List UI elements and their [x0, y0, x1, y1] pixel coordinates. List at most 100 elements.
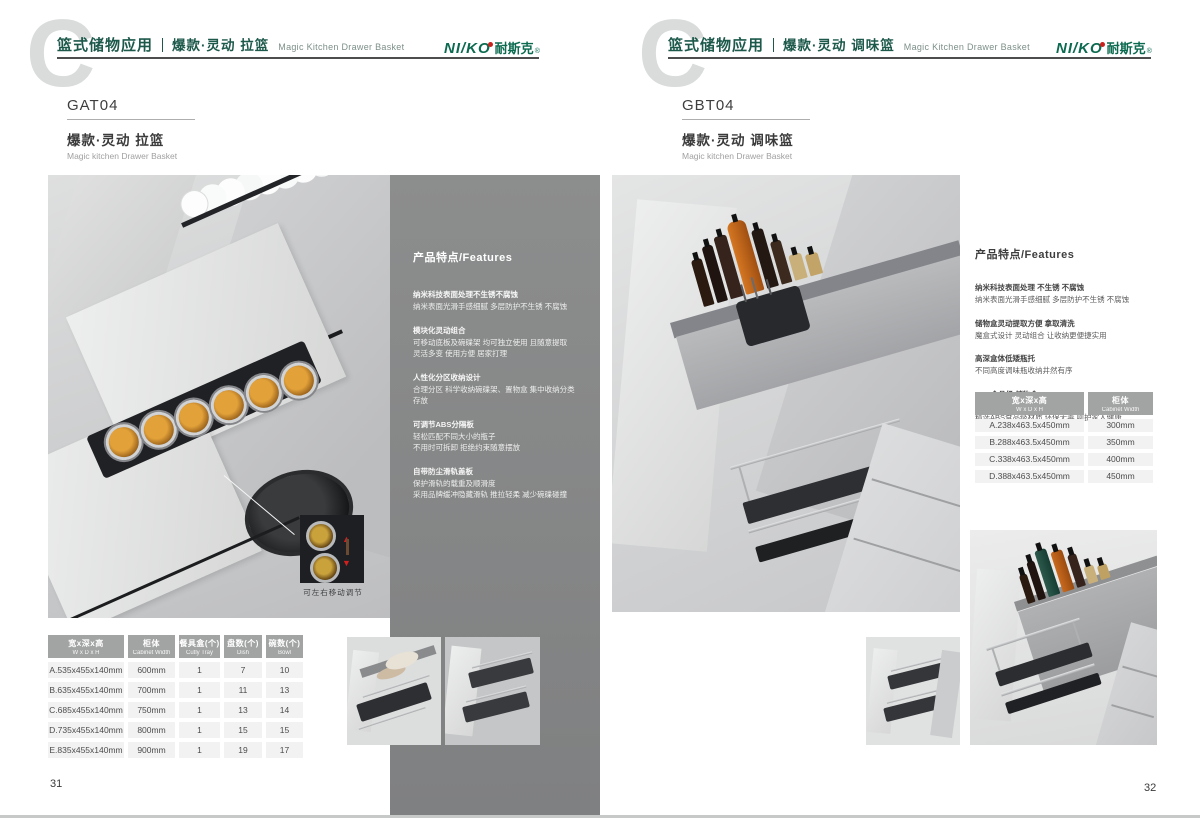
product-name-cn: 爆款·灵动 拉篮 [67, 129, 195, 149]
table-cell: C.685x455x140mm [48, 702, 124, 718]
feature-group: 纳米科技表面处理不生锈不腐蚀 纳米表面光滑手感细腻 多层防护不生锈 不腐蚀 [413, 289, 582, 313]
catalog-spread: C 篮式储物应用 爆款·灵动 拉篮 Magic Kitchen Drawer B… [0, 0, 1200, 820]
feature-heading: 模块化灵动组合 [413, 325, 582, 337]
table-cell: A.535x455x140mm [48, 662, 124, 678]
main-product-photo-spice-basket [612, 175, 960, 612]
table-row: C.685x455x140mm 750mm 1 13 14 [48, 702, 303, 718]
table-cell: B.635x455x140mm [48, 682, 124, 698]
table-cell: 450mm [1088, 470, 1153, 483]
table-row: D.735x455x140mm 800mm 1 15 15 [48, 722, 303, 738]
features-title: 产品特点/Features [413, 249, 582, 265]
feature-line: 纳米表面光滑手感细腻 多层防护不生锈 不腐蚀 [413, 301, 582, 313]
spec-table-right: 宽x深x高W x D x H 柜体Cabinet Width A.238x463… [975, 392, 1153, 487]
table-row: B.288x463.5x450mm 350mm [975, 436, 1153, 449]
table-cell: A.238x463.5x450mm [975, 419, 1084, 432]
feature-line: 可移动底板及碗碟架 均可独立使用 且随意提取 [413, 337, 582, 349]
thumbnail-photo-towel-basket [347, 637, 441, 745]
column-header: 柜体Cabinet Width [128, 635, 175, 658]
footer-rule [0, 815, 1200, 818]
header-divider [162, 38, 163, 52]
table-cell: 19 [224, 742, 262, 758]
series-title-en: Magic Kitchen Drawer Basket [904, 42, 1030, 52]
product-title-block-right: GBT04 爆款·灵动 调味篮 Magic kitchen Drawer Bas… [682, 97, 810, 161]
product-name-en: Magic kitchen Drawer Basket [67, 151, 195, 161]
feature-group: 纳米科技表面处理 不生锈 不腐蚀 纳米表面光滑手感细腻 多层防护不生锈 不腐蚀 [975, 282, 1165, 306]
header-rule [57, 57, 539, 59]
brand-logo-cn: 耐斯克 [495, 38, 534, 57]
product-code-rule [67, 119, 195, 120]
table-cell: 1 [179, 702, 220, 718]
table-row: B.635x455x140mm 700mm 1 11 13 [48, 682, 303, 698]
feature-line: 纳米表面光滑手感细腻 多层防护不生锈 不腐蚀 [975, 294, 1165, 306]
basket-post [739, 467, 751, 504]
photo-countertop-spice-basket [970, 530, 1157, 745]
page-number-right: 32 [1144, 782, 1156, 794]
feature-heading: 可调节ABS分隔板 [413, 419, 582, 431]
table-header-row: 宽x深x高W x D x H 柜体Cabinet Width [975, 392, 1153, 415]
inset-handle-shape [346, 539, 349, 555]
column-header: 宽x深x高W x D x H [48, 635, 124, 658]
spice-jar-shape [1097, 563, 1111, 580]
main-product-photo-drawer-basket: ▲ ▼ 可左右移动调节 [48, 175, 390, 618]
column-header: 碗数(个)Bowl [266, 635, 303, 658]
table-cell: 400mm [1088, 453, 1153, 466]
feature-line: 不用时可拆卸 拒绝约束随意摆放 [413, 442, 582, 454]
table-cell: 900mm [128, 742, 175, 758]
series-title-en: Magic Kitchen Drawer Basket [278, 42, 404, 52]
feature-group: 模块化灵动组合 可移动底板及碗碟架 均可独立使用 且随意提取 灵活多变 使用方便… [413, 325, 582, 360]
adjust-arrow-down-icon: ▼ [342, 553, 351, 571]
product-code-rule [682, 119, 810, 120]
table-cell: 1 [179, 722, 220, 738]
spec-table-left: 宽x深x高W x D x H 柜体Cabinet Width 餐具盒(个)Cut… [48, 635, 303, 762]
feature-line: 魔盒式设计 灵动组合 让收纳更便捷实用 [975, 330, 1165, 342]
brand-logo-latin: NI/KO [444, 40, 491, 57]
feature-heading: 纳米科技表面处理 不生锈 不腐蚀 [975, 282, 1165, 294]
table-cell: C.338x463.5x450mm [975, 453, 1084, 466]
table-cell: 800mm [128, 722, 175, 738]
feature-heading: 高深盒体低矮瓶托 [975, 353, 1165, 365]
drawer-seam [853, 538, 960, 575]
product-code: GBT04 [682, 97, 810, 114]
feature-line: 轻松匹配不同大小的瓶子 [413, 431, 582, 443]
product-name-cn: 爆款·灵动 调味篮 [682, 129, 810, 149]
feature-heading: 纳米科技表面处理不生锈不腐蚀 [413, 289, 582, 301]
feature-group: 人性化分区收纳设计 合理分区 科学收纳碗碟架、置物盒 集中收纳分类存放 [413, 372, 582, 407]
inset-bowl-shape [310, 553, 340, 583]
feature-line: 灵活多变 使用方便 居家打理 [413, 348, 582, 360]
table-cell: 13 [224, 702, 262, 718]
table-cell: 750mm [128, 702, 175, 718]
features-block-left: 产品特点/Features 纳米科技表面处理不生锈不腐蚀 纳米表面光滑手感细腻 … [390, 175, 600, 501]
table-cell: 10 [266, 662, 303, 678]
page-header-right: 篮式储物应用 爆款·灵动 调味篮 Magic Kitchen Drawer Ba… [668, 34, 1030, 55]
feature-heading: 人性化分区收纳设计 [413, 372, 582, 384]
registered-mark: ® [1147, 48, 1152, 55]
product-title-block-left: GAT04 爆款·灵动 拉篮 Magic kitchen Drawer Bask… [67, 97, 195, 161]
table-cell: 1 [179, 662, 220, 678]
feature-group: 可调节ABS分隔板 轻松匹配不同大小的瓶子 不用时可拆卸 拒绝约束随意摆放 [413, 419, 582, 454]
basket-post [1072, 622, 1081, 647]
feature-line: 采用品牌缓冲隐藏滑轨 推拉轻柔 减少碗碟碰撞 [413, 489, 582, 501]
table-row: E.835x455x140mm 900mm 1 19 17 [48, 742, 303, 758]
table-header-row: 宽x深x高W x D x H 柜体Cabinet Width 餐具盒(个)Cut… [48, 635, 303, 658]
thumbnail-photo-basket [866, 637, 960, 745]
basket-post [991, 648, 1000, 673]
table-cell: D.388x463.5x450mm [975, 470, 1084, 483]
thumbnail-photo-wire-basket [445, 637, 540, 745]
table-cell: 1 [179, 742, 220, 758]
table-cell: 600mm [128, 662, 175, 678]
feature-line: 不同高度调味瓶收纳井然有序 [975, 365, 1165, 377]
feature-line: 保护滑轨的载重及顺滑度 [413, 478, 582, 490]
series-title: 爆款·灵动 调味篮 [783, 34, 895, 54]
feature-heading: 储物盒灵动提取方便 拿取清洗 [975, 318, 1165, 330]
column-header: 餐具盒(个)Cutly Tray [179, 635, 220, 658]
table-cell: 700mm [128, 682, 175, 698]
page-header-left: 篮式储物应用 爆款·灵动 拉篮 Magic Kitchen Drawer Bas… [57, 34, 404, 55]
table-cell: 14 [266, 702, 303, 718]
section-title: 篮式储物应用 [668, 34, 764, 55]
features-title: 产品特点/Features [975, 246, 1165, 262]
inset-bowl-shape [306, 521, 336, 551]
cabinet-door-shape [866, 648, 897, 734]
cabinet-panel-shape [930, 650, 960, 738]
brand-logo: NI/KO 耐斯克 ® [444, 38, 540, 57]
registered-mark: ® [535, 48, 540, 55]
